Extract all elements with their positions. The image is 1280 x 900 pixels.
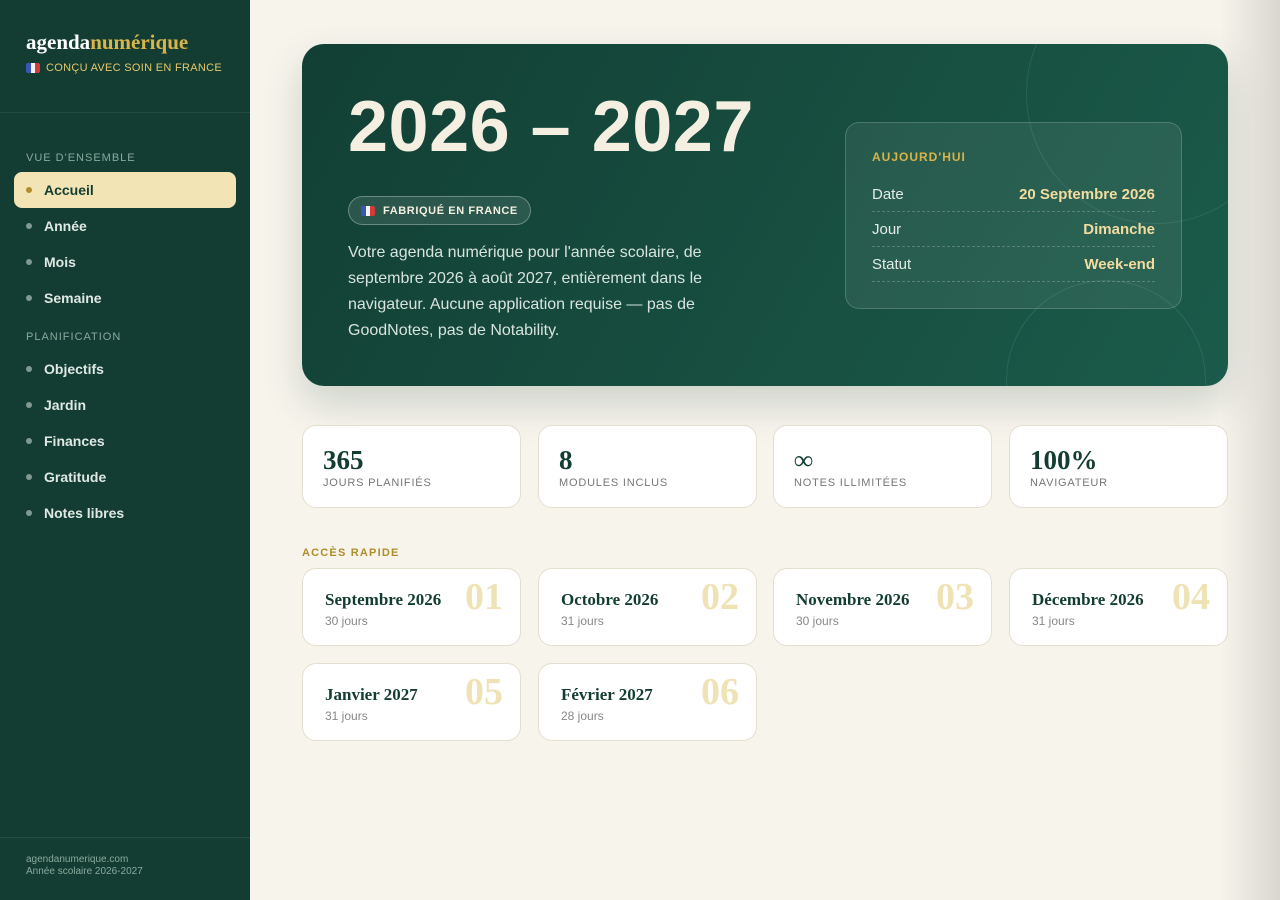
- sidebar: agendanumérique CONÇU AVEC SOIN EN FRANC…: [0, 0, 250, 900]
- today-value: Dimanche: [1083, 220, 1155, 238]
- month-days: 30 jours: [325, 614, 368, 628]
- sidebar-item-jardin[interactable]: Jardin: [14, 387, 236, 423]
- sidebar-item-label: Année: [44, 218, 87, 234]
- month-card-december[interactable]: Décembre 2026 31 jours 04: [1009, 568, 1228, 646]
- sidebar-item-accueil[interactable]: Accueil: [14, 172, 236, 208]
- stat-value: ∞: [794, 445, 814, 475]
- brand-tagline: CONÇU AVEC SOIN EN FRANCE: [26, 62, 226, 74]
- edge-shadow: [1220, 0, 1280, 900]
- bullet-icon: [26, 366, 32, 372]
- sidebar-item-annee[interactable]: Année: [14, 208, 236, 244]
- month-number: 04: [1172, 576, 1210, 618]
- today-key: Statut: [872, 255, 912, 273]
- today-value: 20 Septembre 2026: [1019, 185, 1155, 203]
- month-name: Septembre 2026: [325, 590, 442, 609]
- bullet-icon: [26, 187, 32, 193]
- sidebar-item-label: Semaine: [44, 290, 102, 306]
- sidebar-item-label: Mois: [44, 254, 76, 270]
- month-card-february[interactable]: Février 2027 28 jours 06: [538, 663, 757, 741]
- bullet-icon: [26, 474, 32, 480]
- bullet-icon: [26, 295, 32, 301]
- page-title: 2026 – 2027: [348, 87, 754, 167]
- stat-label: JOURS PLANIFIÉS: [323, 477, 432, 489]
- sidebar-item-label: Gratitude: [44, 469, 107, 485]
- stat-label: MODULES INCLUS: [559, 477, 668, 489]
- sidebar-item-label: Notes libres: [44, 505, 125, 521]
- bullet-icon: [26, 223, 32, 229]
- tagline-text: CONÇU AVEC SOIN EN FRANCE: [46, 62, 222, 74]
- month-days: 28 jours: [561, 709, 604, 723]
- month-name: Octobre 2026: [561, 590, 659, 609]
- sidebar-divider: [0, 837, 250, 838]
- stat-label: NAVIGATEUR: [1030, 477, 1108, 489]
- today-row-status: Statut Week-end: [872, 247, 1155, 282]
- stat-value: 100%: [1030, 445, 1098, 475]
- sidebar-item-label: Jardin: [44, 397, 87, 413]
- quick-access-title: ACCÈS RAPIDE: [302, 547, 400, 559]
- stat-card-browser: 100% NAVIGATEUR: [1009, 425, 1228, 508]
- badge-label: FABRIQUÉ EN FRANCE: [383, 204, 518, 217]
- today-row-date: Date 20 Septembre 2026: [872, 177, 1155, 212]
- footer-site: agendanumerique.com: [26, 854, 129, 865]
- month-days: 31 jours: [561, 614, 604, 628]
- stat-value: 365: [323, 445, 364, 475]
- month-card-october[interactable]: Octobre 2026 31 jours 02: [538, 568, 757, 646]
- month-number: 06: [701, 671, 739, 713]
- bullet-icon: [26, 259, 32, 265]
- month-days: 30 jours: [796, 614, 839, 628]
- sidebar-item-finances[interactable]: Finances: [14, 423, 236, 459]
- sidebar-item-gratitude[interactable]: Gratitude: [14, 459, 236, 495]
- today-panel: AUJOURD'HUI Date 20 Septembre 2026 Jour …: [845, 122, 1182, 309]
- hero-card: 2026 – 2027 FABRIQUÉ EN FRANCE Votre age…: [302, 44, 1228, 386]
- month-number: 05: [465, 671, 503, 713]
- brand-part-1: agenda: [26, 30, 91, 54]
- brand-logo[interactable]: agendanumérique: [26, 30, 188, 55]
- sidebar-footer: agendanumerique.com Année scolaire 2026-…: [26, 854, 143, 878]
- sidebar-item-label: Objectifs: [44, 361, 104, 377]
- brand-part-2: numérique: [90, 30, 189, 54]
- bullet-icon: [26, 438, 32, 444]
- sidebar-item-notes-libres[interactable]: Notes libres: [14, 495, 236, 531]
- month-number: 03: [936, 576, 974, 618]
- today-value: Week-end: [1084, 255, 1155, 273]
- month-card-september[interactable]: Septembre 2026 30 jours 01: [302, 568, 521, 646]
- month-name: Février 2027: [561, 685, 653, 704]
- hero-description: Votre agenda numérique pour l'année scol…: [348, 244, 703, 339]
- stat-label: NOTES ILLIMITÉES: [794, 477, 908, 489]
- today-key: Date: [872, 185, 904, 203]
- month-name: Janvier 2027: [325, 685, 418, 704]
- footer-year: Année scolaire 2026-2027: [26, 866, 143, 877]
- sidebar-item-semaine[interactable]: Semaine: [14, 280, 236, 316]
- month-name: Décembre 2026: [1032, 590, 1144, 609]
- today-row-day: Jour Dimanche: [872, 212, 1155, 247]
- sidebar-item-label: Accueil: [44, 182, 94, 198]
- stat-card-days: 365 JOURS PLANIFIÉS: [302, 425, 521, 508]
- sidebar-item-label: Finances: [44, 433, 105, 449]
- sidebar-divider: [0, 112, 250, 113]
- today-title: AUJOURD'HUI: [872, 150, 966, 164]
- sidebar-item-objectifs[interactable]: Objectifs: [14, 351, 236, 387]
- month-days: 31 jours: [1032, 614, 1075, 628]
- stat-value: 8: [559, 445, 573, 475]
- stat-card-notes: ∞ NOTES ILLIMITÉES: [773, 425, 992, 508]
- month-number: 01: [465, 576, 503, 618]
- bullet-icon: [26, 402, 32, 408]
- made-in-france-badge: FABRIQUÉ EN FRANCE: [348, 196, 531, 225]
- month-card-november[interactable]: Novembre 2026 30 jours 03: [773, 568, 992, 646]
- today-key: Jour: [872, 220, 902, 238]
- section-label-planning: PLANIFICATION: [26, 331, 122, 343]
- sidebar-item-mois[interactable]: Mois: [14, 244, 236, 280]
- month-number: 02: [701, 576, 739, 618]
- month-name: Novembre 2026: [796, 590, 910, 609]
- month-card-january[interactable]: Janvier 2027 31 jours 05: [302, 663, 521, 741]
- section-label-overview: VUE D'ENSEMBLE: [26, 152, 136, 164]
- french-flag-icon: [361, 206, 375, 216]
- bullet-icon: [26, 510, 32, 516]
- french-flag-icon: [26, 63, 40, 73]
- month-days: 31 jours: [325, 709, 368, 723]
- stat-card-modules: 8 MODULES INCLUS: [538, 425, 757, 508]
